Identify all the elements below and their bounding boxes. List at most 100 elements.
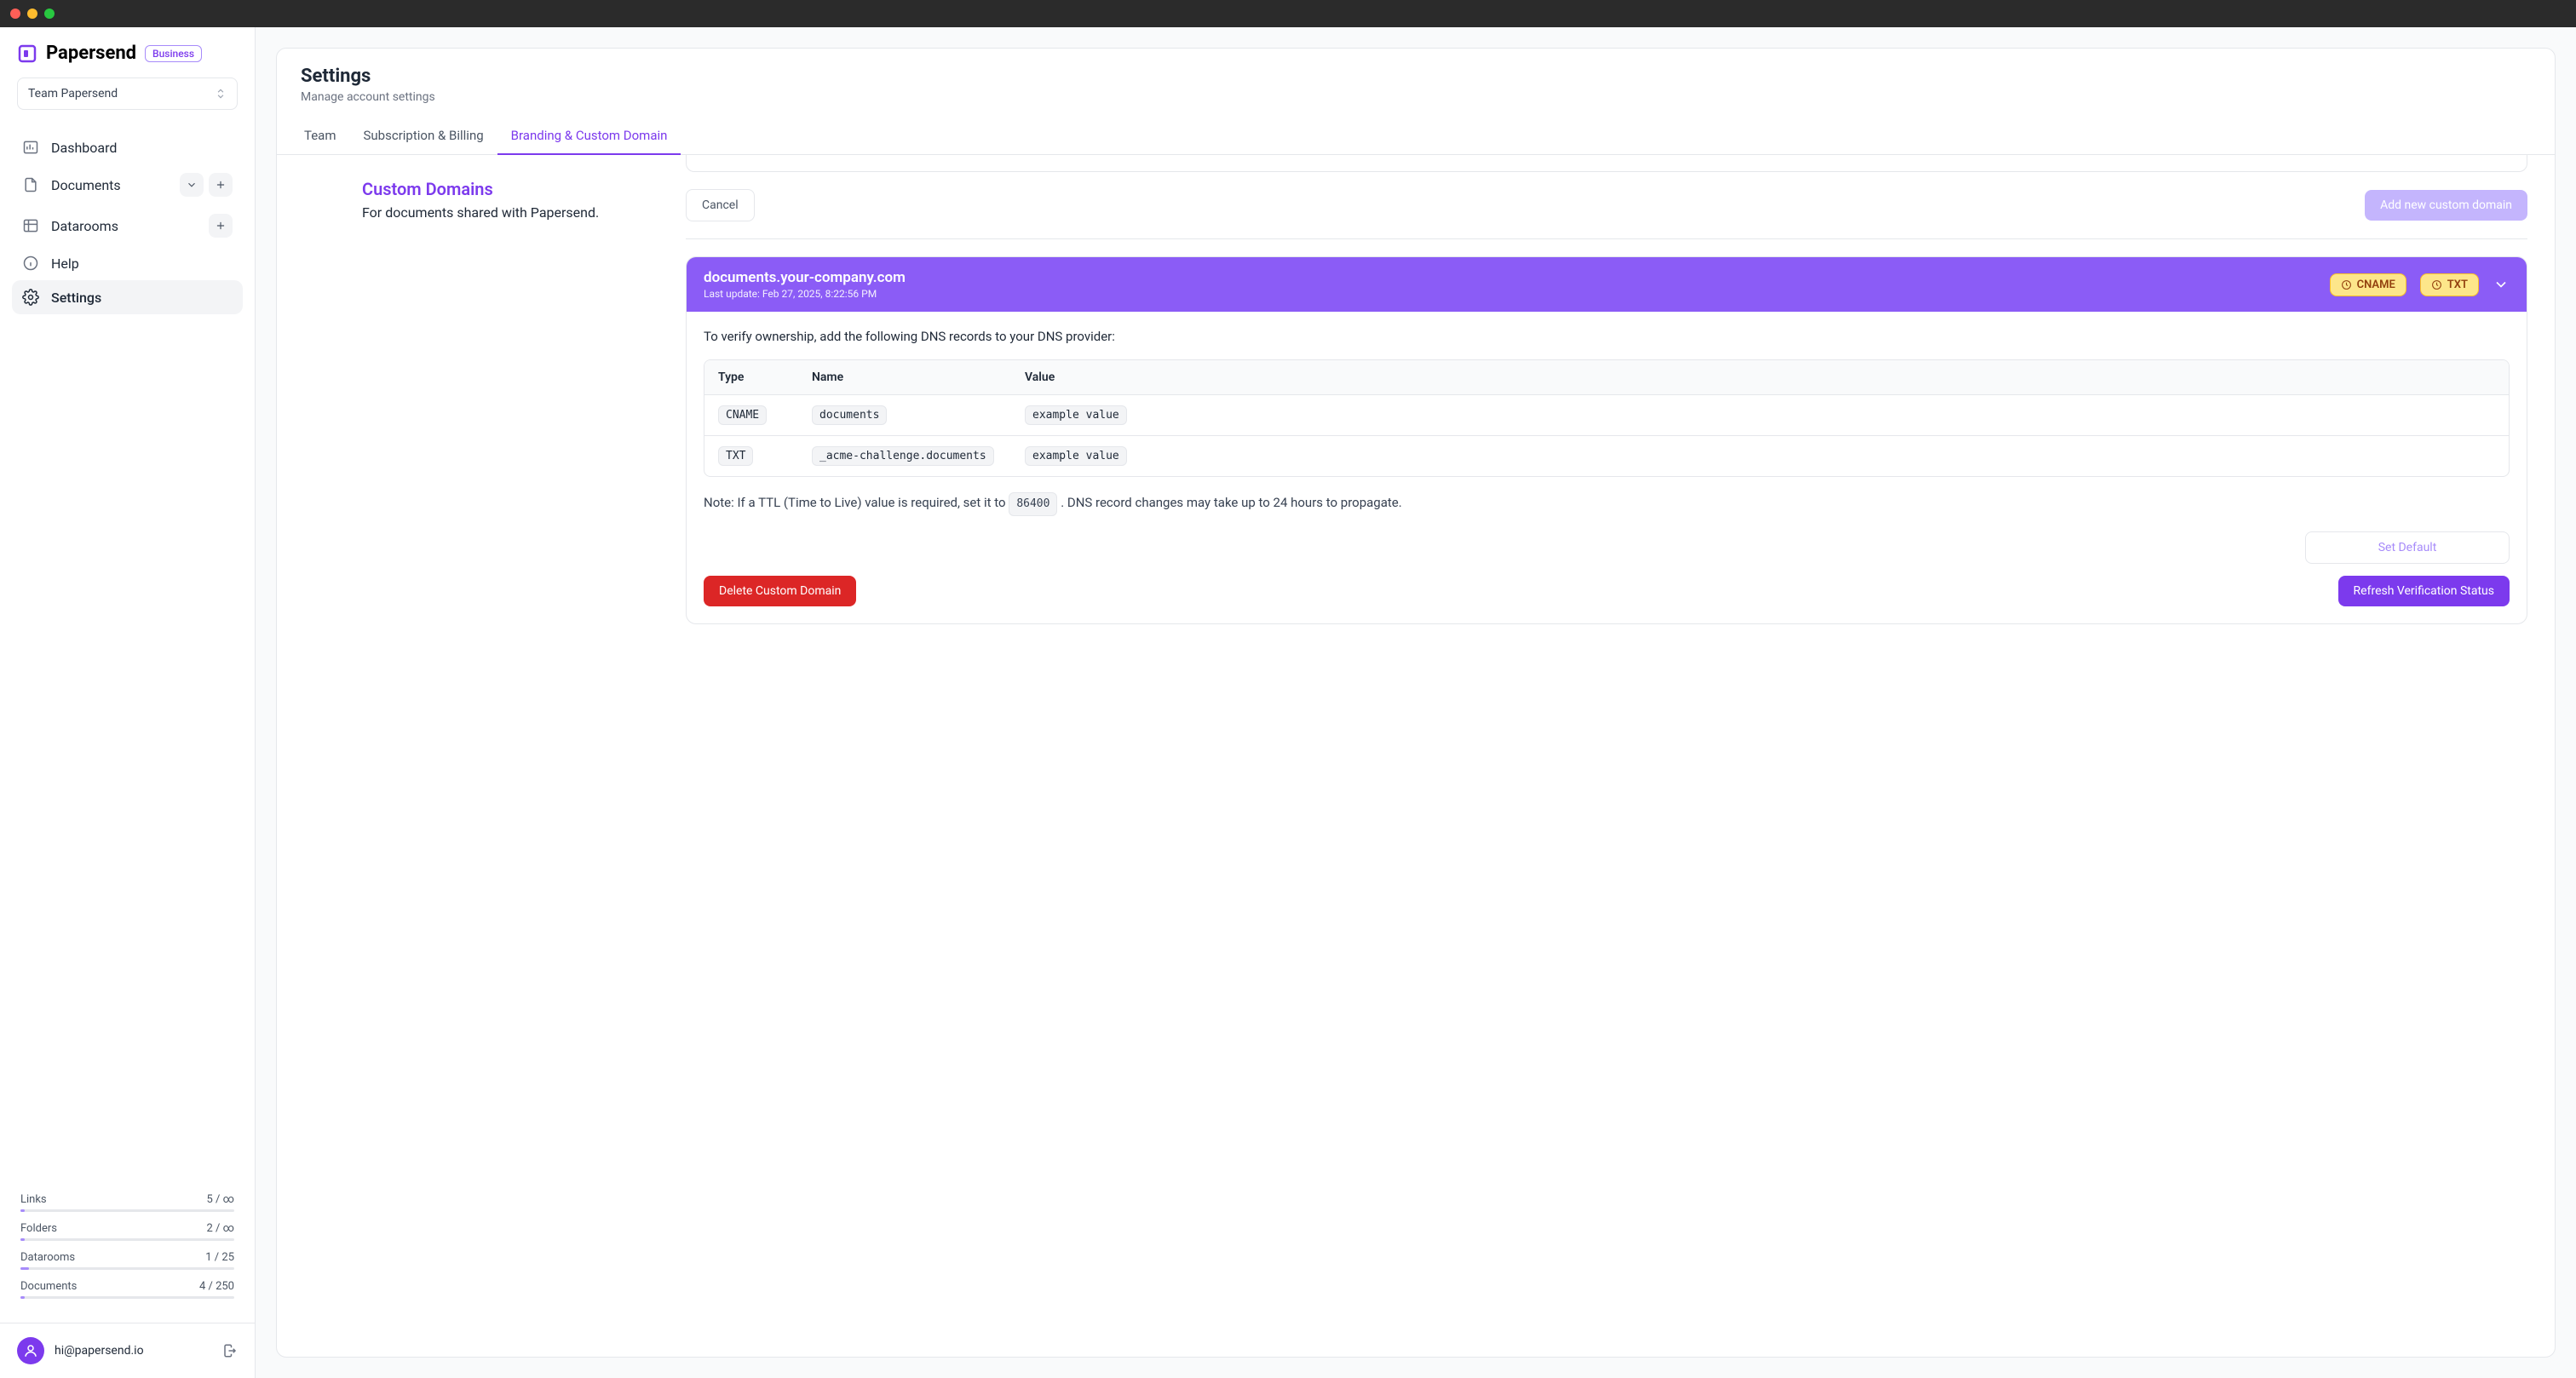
sidebar-nav: Dashboard Documents Datarooms: [0, 120, 255, 324]
dns-name: _acme-challenge.documents: [812, 446, 994, 466]
custom-domains-description: Custom Domains For documents shared with…: [277, 155, 686, 1357]
usage-fill: [20, 1267, 29, 1270]
sidebar-item-help[interactable]: Help: [12, 246, 243, 280]
settings-panel: Settings Manage account settings Team Su…: [276, 48, 2556, 1358]
settings-tabs: Team Subscription & Billing Branding & C…: [277, 118, 2555, 155]
domain-input[interactable]: [686, 155, 2527, 172]
clock-icon: [2341, 279, 2352, 290]
chevrons-up-down-icon: [215, 88, 227, 100]
plus-icon: [215, 220, 227, 232]
dns-type: TXT: [718, 446, 753, 466]
dns-value: example value: [1025, 446, 1127, 466]
usage-fill: [20, 1296, 25, 1299]
usage-label: Links: [20, 1193, 47, 1206]
plus-icon: [215, 179, 227, 191]
cancel-button[interactable]: Cancel: [686, 189, 755, 221]
usage-value: 1 / 25: [205, 1251, 234, 1264]
th-name: Name: [798, 360, 1011, 395]
custom-domain-card: documents.your-company.com Last update: …: [686, 256, 2527, 624]
clock-icon: [2431, 279, 2442, 290]
th-value: Value: [1011, 360, 2509, 395]
usage-value: 2 / ∞: [207, 1222, 235, 1235]
document-icon: [22, 176, 39, 193]
domain-card-header[interactable]: documents.your-company.com Last update: …: [687, 257, 2527, 312]
dns-row: TXT _acme-challenge.documents example va…: [704, 436, 2509, 476]
window-minimize-icon[interactable]: [27, 9, 37, 19]
dns-type: CNAME: [718, 405, 767, 425]
usage-row-datarooms: Datarooms 1 / 25: [20, 1251, 234, 1270]
th-type: Type: [704, 360, 798, 395]
usage-row-folders: Folders 2 / ∞: [20, 1222, 234, 1241]
usage-meters: Links 5 / ∞ Folders 2 / ∞ Datarooms 1 / …: [0, 1190, 255, 1323]
delete-domain-button[interactable]: Delete Custom Domain: [704, 576, 856, 606]
ttl-note: Note: If a TTL (Time to Live) value is r…: [704, 492, 2510, 516]
chevron-down-icon: [186, 179, 198, 191]
domain-card-toggle[interactable]: [2493, 276, 2510, 293]
documents-expand-button[interactable]: [180, 173, 204, 197]
sidebar-item-datarooms[interactable]: Datarooms: [12, 205, 243, 246]
user-icon: [23, 1343, 38, 1358]
nav-label: Documents: [51, 177, 121, 193]
window-maximize-icon[interactable]: [44, 9, 55, 19]
sidebar-item-settings[interactable]: Settings: [12, 280, 243, 314]
refresh-verification-button[interactable]: Refresh Verification Status: [2338, 576, 2510, 606]
brand-logo-icon: [17, 43, 37, 64]
user-avatar[interactable]: [17, 1337, 44, 1364]
nav-label: Help: [51, 256, 79, 272]
chevron-down-icon: [2493, 276, 2510, 293]
domain-last-update: Last update: Feb 27, 2025, 8:22:56 PM: [704, 288, 2316, 300]
plan-badge: Business: [145, 45, 202, 62]
sidebar-item-dashboard[interactable]: Dashboard: [12, 130, 243, 164]
tab-subscription-billing[interactable]: Subscription & Billing: [350, 118, 497, 155]
documents-add-button[interactable]: [209, 173, 233, 197]
dns-records-table: Type Name Value CNAME documents: [704, 359, 2510, 477]
dns-name: documents: [812, 405, 887, 425]
team-selector[interactable]: Team Papersend: [17, 78, 238, 110]
sidebar-item-documents[interactable]: Documents: [12, 164, 243, 205]
main-area: Settings Manage account settings Team Su…: [256, 27, 2576, 1378]
macos-titlebar: [0, 0, 2576, 27]
dataroom-icon: [22, 217, 39, 234]
sidebar-footer: hi@papersend.io: [0, 1323, 255, 1378]
nav-label: Settings: [51, 290, 101, 306]
usage-fill: [20, 1209, 25, 1212]
usage-label: Folders: [20, 1222, 57, 1235]
domain-name: documents.your-company.com: [704, 269, 2316, 286]
usage-row-documents: Documents 4 / 250: [20, 1280, 234, 1299]
sidebar: Papersend Business Team Papersend Dashbo…: [0, 27, 256, 1378]
usage-fill: [20, 1238, 25, 1241]
brand-name: Papersend: [46, 43, 136, 64]
nav-label: Dashboard: [51, 140, 117, 156]
sign-out-button[interactable]: [222, 1343, 238, 1358]
usage-label: Documents: [20, 1280, 77, 1293]
dns-badge-txt: TXT: [2420, 273, 2479, 296]
page-subtitle: Manage account settings: [301, 90, 2531, 104]
divider: [686, 238, 2527, 239]
usage-label: Datarooms: [20, 1251, 75, 1264]
bar-chart-icon: [22, 139, 39, 156]
nav-label: Datarooms: [51, 218, 118, 234]
dns-badge-cname: CNAME: [2330, 273, 2406, 296]
add-custom-domain-button[interactable]: Add new custom domain: [2365, 190, 2527, 221]
ttl-value: 86400: [1009, 492, 1057, 516]
tab-branding-custom-domain[interactable]: Branding & Custom Domain: [497, 118, 681, 155]
section-title: Custom Domains: [362, 179, 652, 199]
usage-value: 4 / 250: [199, 1280, 234, 1293]
window-close-icon[interactable]: [10, 9, 20, 19]
page-title: Settings: [301, 66, 2531, 87]
datarooms-add-button[interactable]: [209, 214, 233, 238]
gear-icon: [22, 289, 39, 306]
sign-out-icon: [222, 1343, 238, 1358]
section-subtitle: For documents shared with Papersend.: [362, 204, 652, 221]
tab-team[interactable]: Team: [290, 118, 350, 155]
set-default-button[interactable]: Set Default: [2305, 531, 2510, 564]
brand: Papersend Business: [17, 43, 238, 64]
usage-row-links: Links 5 / ∞: [20, 1193, 234, 1212]
dns-row: CNAME documents example value: [704, 395, 2509, 436]
verify-instructions: To verify ownership, add the following D…: [704, 329, 2510, 344]
user-email: hi@papersend.io: [55, 1344, 144, 1358]
usage-value: 5 / ∞: [207, 1193, 235, 1206]
help-icon: [22, 255, 39, 272]
dns-value: example value: [1025, 405, 1127, 425]
team-selector-value: Team Papersend: [28, 87, 118, 100]
